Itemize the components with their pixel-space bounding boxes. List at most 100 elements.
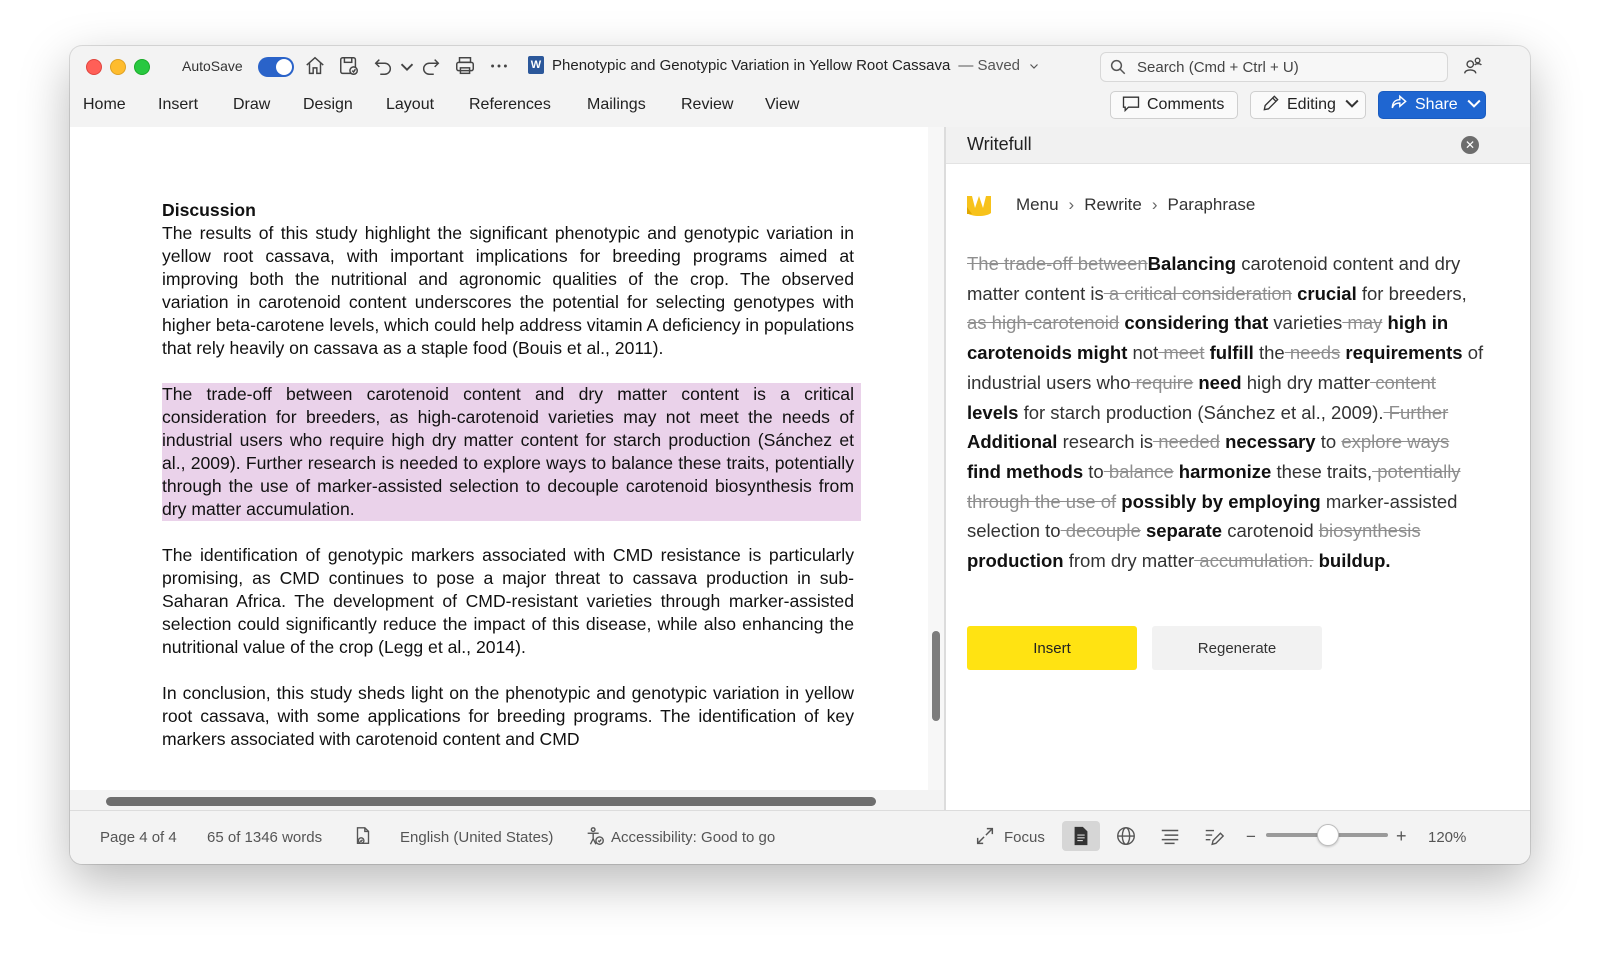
horizontal-scroll-thumb[interactable] (106, 797, 876, 806)
tab-review[interactable]: Review (681, 96, 733, 114)
deleted-text: needed (1153, 431, 1220, 453)
word-window: AutoSave W Phenotypic and Genotypic Vari… (70, 46, 1530, 864)
inserted-text: possibly by employing (1116, 490, 1321, 512)
deleted-text: balance (1103, 460, 1174, 482)
breadcrumb-rewrite[interactable]: Rewrite (1084, 195, 1142, 215)
writefull-pane: Writefull ✕ Menu › Rewrite › Paraphrase … (946, 127, 1530, 810)
document-check-icon[interactable] (352, 825, 374, 847)
deleted-text: biosynthesis (1318, 520, 1421, 542)
web-layout-icon[interactable] (1115, 825, 1137, 847)
ribbon: Home Insert Draw Design Layout Reference… (70, 88, 1530, 126)
editing-mode-button[interactable]: Editing (1250, 91, 1366, 119)
comments-button[interactable]: Comments (1110, 91, 1238, 119)
section-heading: Discussion (162, 200, 256, 220)
selected-paragraph[interactable]: The trade-off between carotenoid content… (162, 383, 861, 521)
document-page[interactable]: Discussion The results of this study hig… (162, 199, 861, 774)
unchanged-text: from dry matter (1063, 550, 1195, 572)
unchanged-text: research is (1057, 431, 1154, 453)
deleted-text: accumulation. (1194, 550, 1314, 572)
search-box[interactable] (1100, 52, 1448, 82)
outline-icon[interactable] (1159, 825, 1181, 847)
unchanged-text: high dry matter (1241, 371, 1371, 393)
share-button[interactable]: Share (1378, 91, 1486, 119)
focus-label[interactable]: Focus (1004, 829, 1045, 846)
search-icon (1109, 58, 1127, 76)
deleted-text: may (1342, 312, 1383, 334)
close-window-button[interactable] (86, 59, 102, 75)
close-icon[interactable]: ✕ (1461, 136, 1479, 154)
document-canvas[interactable]: Discussion The results of this study hig… (70, 127, 928, 790)
document-title-area[interactable]: W Phenotypic and Genotypic Variation in … (528, 56, 1040, 74)
undo-icon[interactable] (372, 55, 394, 77)
inserted-text: necessary (1219, 431, 1316, 453)
accessibility-status[interactable]: Accessibility: Good to go (611, 829, 775, 846)
page-count[interactable]: Page 4 of 4 (100, 829, 177, 846)
deleted-text: meet (1158, 342, 1205, 364)
inserted-text: levels (967, 401, 1019, 423)
inserted-text: crucial (1291, 282, 1357, 304)
unchanged-text: to (1315, 431, 1342, 453)
redo-icon[interactable] (420, 55, 442, 77)
regenerate-button[interactable]: Regenerate (1152, 626, 1322, 670)
breadcrumb-paraphrase: Paraphrase (1167, 195, 1256, 214)
share-label: Share (1415, 96, 1458, 113)
body-paragraph-1[interactable]: The results of this study highlight the … (162, 222, 854, 360)
unchanged-text: to (1083, 460, 1104, 482)
autosave-toggle[interactable] (258, 57, 294, 77)
tab-references[interactable]: References (469, 96, 551, 114)
inserted-text: separate (1140, 520, 1223, 542)
word-count[interactable]: 65 of 1346 words (207, 829, 322, 846)
inserted-text: harmonize (1173, 460, 1272, 482)
unchanged-text: for starch production (Sánchez et al., 2… (1018, 401, 1384, 423)
tab-home[interactable]: Home (83, 96, 126, 114)
tab-draw[interactable]: Draw (233, 96, 270, 114)
inserted-text: fulfill (1204, 342, 1254, 364)
insert-button[interactable]: Insert (967, 626, 1137, 670)
body-paragraph-3[interactable]: The identification of genotypic markers … (162, 544, 854, 659)
deleted-text: decouple (1060, 520, 1141, 542)
body-paragraph-4[interactable]: In conclusion, this study sheds light on… (162, 682, 854, 751)
save-icon[interactable] (338, 55, 360, 77)
deleted-text: as high-carotenoid (967, 312, 1120, 334)
language[interactable]: English (United States) (400, 829, 553, 846)
deleted-text: a critical consideration (1103, 282, 1292, 304)
search-input[interactable] (1135, 57, 1429, 77)
person-share-icon[interactable] (1462, 55, 1484, 77)
inserted-text: requirements (1340, 342, 1463, 364)
zoom-slider-knob[interactable] (1317, 824, 1339, 846)
deleted-text: explore ways (1341, 431, 1450, 453)
save-status: — Saved (958, 56, 1021, 74)
inserted-text: considering that (1119, 312, 1269, 334)
more-icon[interactable] (488, 55, 510, 77)
minimize-window-button[interactable] (110, 59, 126, 75)
accessibility-icon[interactable] (584, 825, 606, 847)
zoom-out-button[interactable]: − (1246, 827, 1256, 847)
print-icon[interactable] (454, 55, 476, 77)
unchanged-text: varieties (1268, 312, 1343, 334)
inserted-text: Additional (967, 431, 1058, 453)
tab-mailings[interactable]: Mailings (587, 96, 646, 114)
inserted-text: buildup. (1313, 550, 1391, 572)
tab-view[interactable]: View (765, 96, 799, 114)
zoom-level[interactable]: 120% (1428, 829, 1466, 846)
tab-insert[interactable]: Insert (158, 96, 198, 114)
pane-title: Writefull (967, 134, 1032, 154)
undo-dropdown-chevron-icon[interactable] (396, 55, 414, 77)
breadcrumb-menu[interactable]: Menu (1016, 195, 1059, 215)
deleted-text: require (1130, 371, 1194, 393)
pencil-icon (1261, 93, 1281, 118)
draft-icon[interactable] (1203, 825, 1225, 847)
vertical-scroll-thumb[interactable] (932, 631, 940, 721)
zoom-in-button[interactable]: + (1396, 826, 1407, 847)
tab-design[interactable]: Design (303, 96, 353, 114)
inserted-text: Balancing (1147, 253, 1237, 274)
home-icon[interactable] (304, 55, 326, 77)
inserted-text: production (967, 550, 1064, 572)
focus-icon[interactable] (974, 825, 996, 847)
title-chevron-down-icon[interactable] (1028, 59, 1040, 71)
share-chevron-down-icon (1464, 93, 1484, 118)
tab-layout[interactable]: Layout (386, 96, 434, 114)
document-title: Phenotypic and Genotypic Variation in Ye… (552, 56, 951, 74)
breadcrumb-separator: › (1151, 195, 1158, 214)
zoom-window-button[interactable] (134, 59, 150, 75)
